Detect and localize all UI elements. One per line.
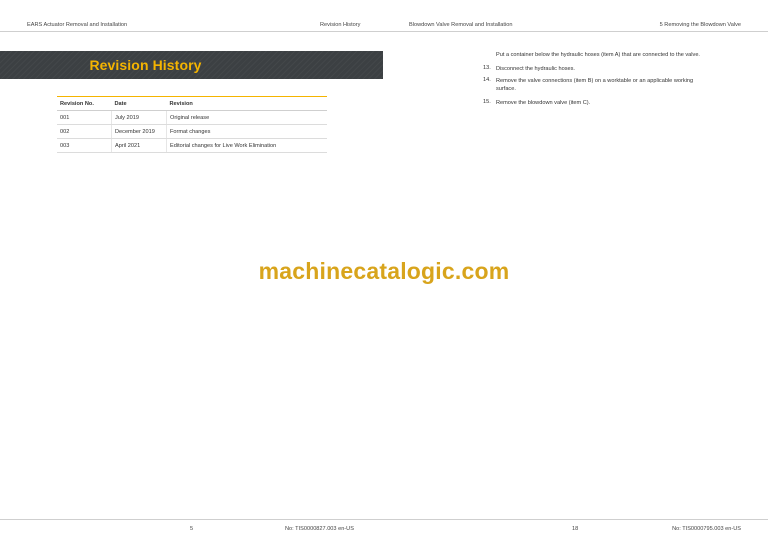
column-header: Revision No. [57, 96, 112, 111]
step-number: 14. [483, 77, 491, 83]
revision-number-cell: 001 [57, 110, 112, 125]
procedure-step: 13. Disconnect the hydraulic hoses. [483, 65, 714, 73]
footer-right-page-number: 18 [572, 526, 579, 532]
revision-description-cell: Original release [166, 110, 327, 125]
procedure-step: 15. Remove the blowdown valve (item C). [483, 99, 714, 107]
revision-history-banner: Revision History [0, 51, 383, 79]
step-text: Remove the blowdown valve (item C). [496, 100, 591, 106]
column-header: Date [111, 96, 167, 111]
table-row: 002 December 2019 Format changes [57, 124, 327, 139]
step-number: 15. [483, 99, 491, 105]
procedure-step: 14. Remove the valve connections (item B… [483, 77, 714, 94]
watermark: machinecatalogic.com [258, 258, 510, 284]
revision-number-cell: 003 [57, 138, 112, 153]
header-right-section: 5 Removing the Blowdown Valve [659, 22, 741, 28]
revision-history-title: Revision History [89, 57, 202, 73]
revision-description-cell: Format changes [166, 124, 327, 139]
column-header: Revision [166, 96, 327, 111]
revision-date-cell: July 2019 [111, 110, 167, 125]
revision-date-cell: April 2021 [111, 138, 167, 153]
revision-description-cell: Editorial changes for Live Work Eliminat… [166, 138, 327, 153]
step-text: Remove the valve connections (item B) on… [496, 78, 694, 93]
table-row: 003 April 2021 Editorial changes for Liv… [57, 138, 327, 153]
header-left-section: Revision History [320, 22, 361, 28]
revision-number-cell: 002 [57, 124, 112, 139]
revision-table: Revision No. Date Revision 001 July 2019… [57, 96, 327, 153]
footer-left-document-number: No: TIS0000827.003 en-US [285, 526, 354, 532]
footer-left-page-number: 5 [190, 526, 194, 532]
header-divider [0, 31, 768, 32]
footer-right-document-number: No: TIS0000795.003 en-US [672, 526, 741, 532]
procedure-intro: Put a container below the hydraulic hose… [496, 52, 700, 58]
step-text: Disconnect the hydraulic hoses. [496, 66, 575, 72]
table-row: 001 July 2019 Original release [57, 110, 327, 125]
step-number: 13. [483, 65, 491, 71]
footer-divider [0, 519, 768, 520]
table-header-row: Revision No. Date Revision [57, 96, 327, 111]
revision-date-cell: December 2019 [111, 124, 167, 139]
header-right-title: Blowdown Valve Removal and Installation [409, 22, 513, 28]
header-left-title: EARS Actuator Removal and Installation [27, 22, 128, 28]
